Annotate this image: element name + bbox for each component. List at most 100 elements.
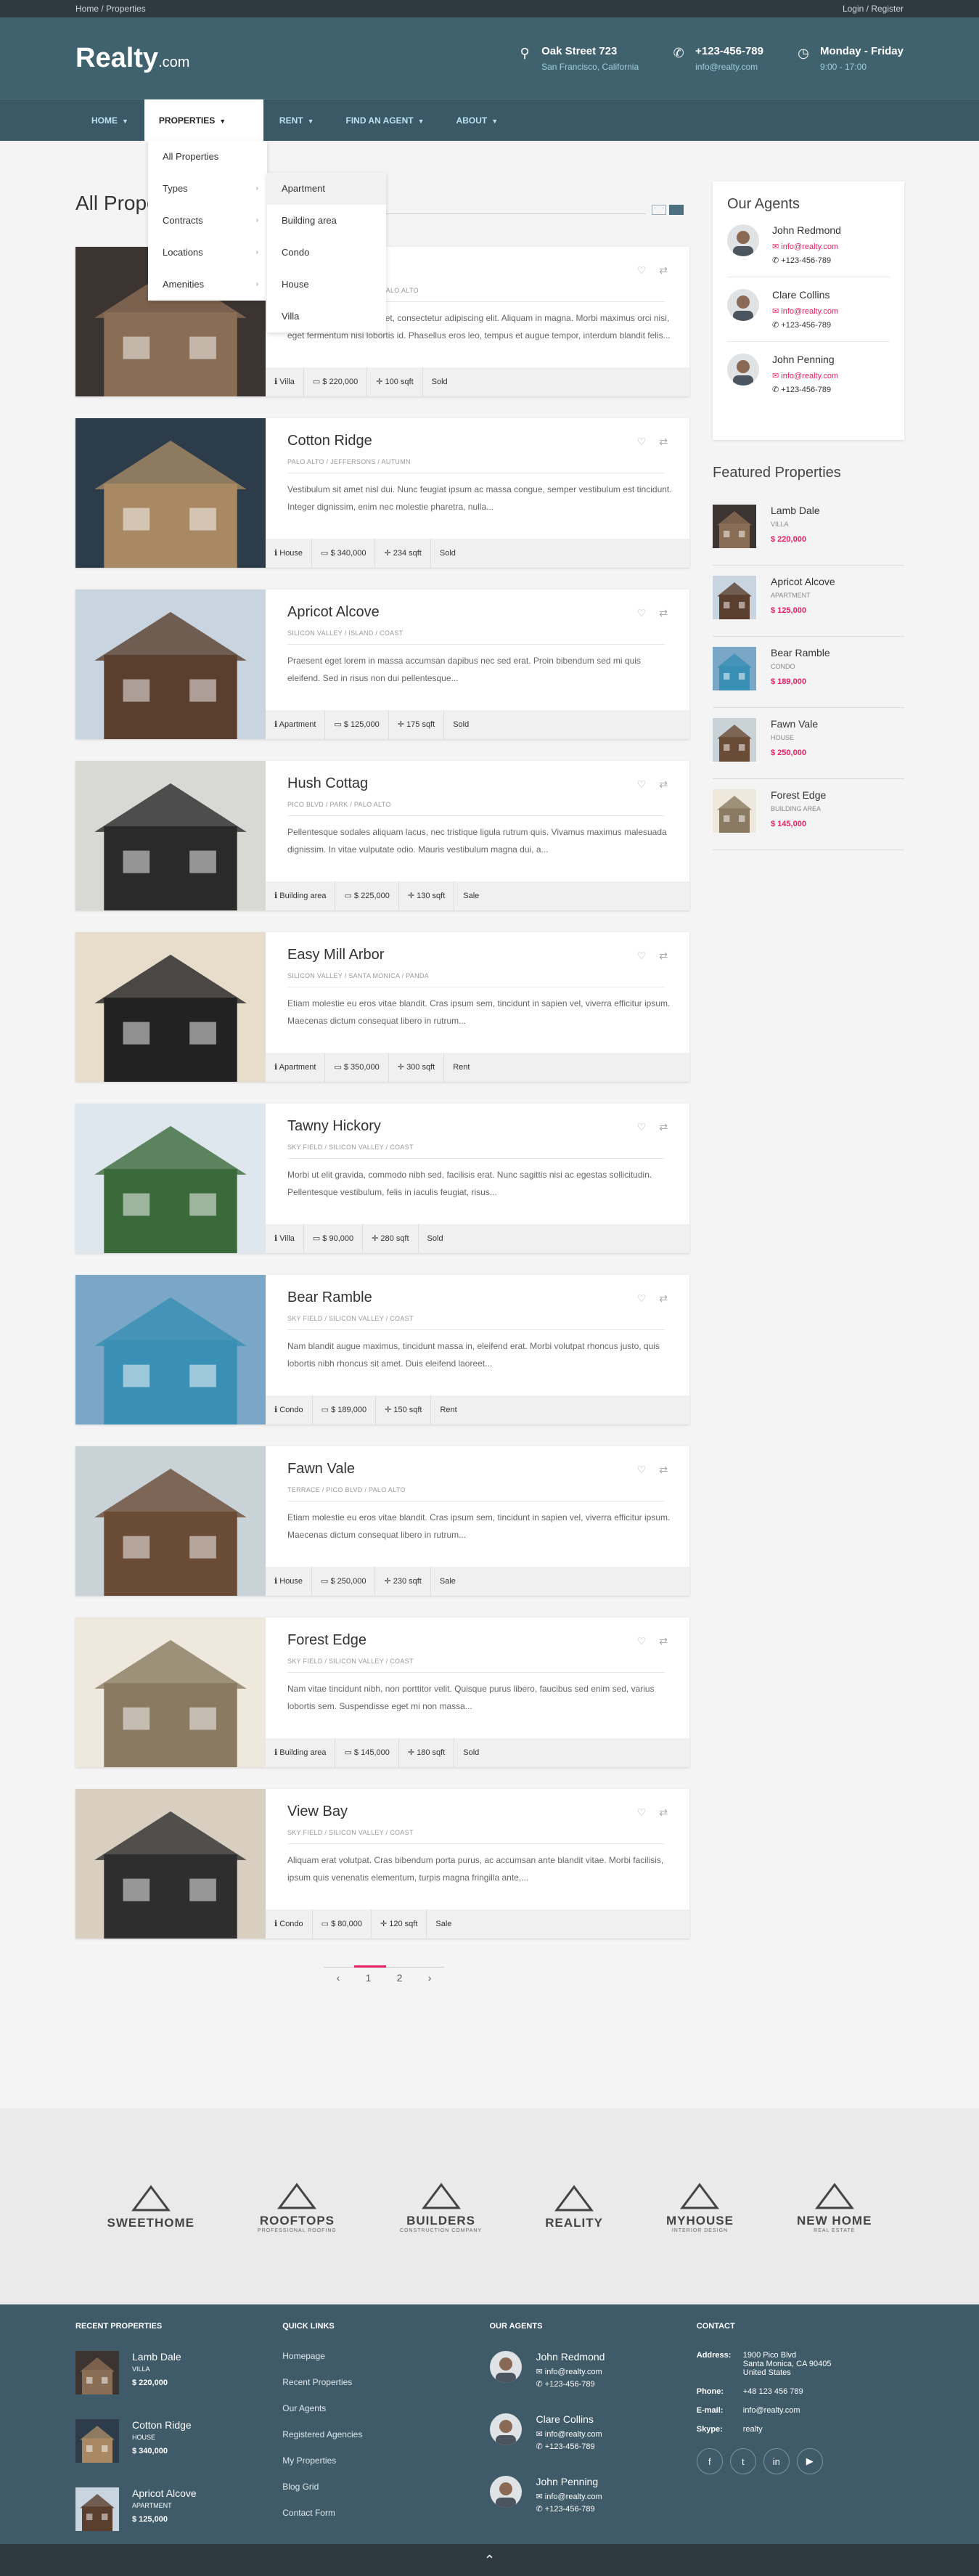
submenu-condo[interactable]: Condo (267, 237, 386, 269)
nav-find-agent[interactable]: FIND AN AGENT ▼ (330, 99, 441, 142)
breadcrumb-home[interactable]: Home (75, 4, 99, 14)
property-image[interactable] (75, 1275, 266, 1424)
agent-email[interactable]: ✉ info@realty.com (772, 371, 838, 380)
footer-recent-item[interactable]: Lamb Dale VILLA $ 220,000 (75, 2351, 282, 2394)
footer-link[interactable]: Contact Form (282, 2508, 489, 2518)
agent-item[interactable]: John Penning ✉ info@realty.com ✆ +123-456-… (727, 342, 890, 406)
property-image[interactable] (75, 932, 266, 1082)
featured-thumb[interactable] (713, 789, 756, 833)
property-card[interactable]: ♡ ⇄ Fawn Vale TERRACE / PICO BLVD / PALO AL… (75, 1446, 689, 1596)
pager-page-1[interactable]: 1 (353, 1965, 385, 1984)
property-image[interactable] (75, 1446, 266, 1596)
youtube-icon[interactable]: ▶ (796, 2448, 823, 2474)
dropdown-contracts[interactable]: Contracts › (148, 205, 267, 237)
property-title[interactable]: View Bay (287, 1803, 689, 1820)
linkedin-icon[interactable]: in (763, 2448, 790, 2474)
twitter-icon[interactable]: t (729, 2448, 756, 2474)
submenu-building-area[interactable]: Building area (267, 205, 386, 237)
footer-agent[interactable]: Clare Collins ✉ info@realty.com ✆ +123-456… (489, 2413, 697, 2454)
footer-recent-thumb[interactable] (75, 2351, 119, 2394)
featured-name[interactable]: Forest Edge (771, 789, 826, 801)
nav-home[interactable]: HOME ▼ (75, 99, 144, 142)
agent-email[interactable]: ✉ info@realty.com (772, 242, 841, 251)
footer-links-title: QUICK LINKS (282, 2322, 335, 2331)
featured-name[interactable]: Bear Ramble (771, 647, 830, 659)
property-card[interactable]: ♡ ⇄ Forest Edge SKY FIELD / SILICON VALLEY … (75, 1618, 689, 1767)
facebook-icon[interactable]: f (696, 2448, 723, 2474)
footer-agent[interactable]: John Redmond ✉ info@realty.com ✆ +123-456-… (489, 2351, 697, 2392)
pager-next[interactable]: › (428, 1972, 432, 1984)
featured-name[interactable]: Fawn Vale (771, 718, 818, 730)
dropdown-locations[interactable]: Locations › (148, 237, 267, 269)
featured-thumb[interactable] (713, 576, 756, 619)
footer-recent-item[interactable]: Cotton Ridge HOUSE $ 340,000 (75, 2419, 282, 2463)
property-card[interactable]: ♡ ⇄ Easy Mill Arbor SILICON VALLEY / SANTA … (75, 932, 689, 1082)
pager-page-2[interactable]: 2 (397, 1972, 403, 1984)
featured-thumb[interactable] (713, 647, 756, 690)
grid-view-icon[interactable] (652, 205, 666, 215)
nav-rent[interactable]: RENT ▼ (263, 99, 330, 142)
agent-name[interactable]: John Redmond (772, 224, 841, 236)
footer-link[interactable]: Recent Properties (282, 2377, 489, 2387)
submenu-house[interactable]: House (267, 269, 386, 301)
dropdown-types[interactable]: Types › (148, 173, 267, 205)
footer-recent-thumb[interactable] (75, 2487, 119, 2531)
property-title[interactable]: Easy Mill Arbor (287, 947, 689, 963)
featured-thumb[interactable] (713, 505, 756, 548)
agent-name[interactable]: Clare Collins (772, 289, 838, 301)
footer-agent[interactable]: John Penning ✉ info@realty.com ✆ +123-456-… (489, 2476, 697, 2516)
property-card[interactable]: ♡ ⇄ View Bay SKY FIELD / SILICON VALLEY / C… (75, 1789, 689, 1939)
nav-about[interactable]: ABOUT ▼ (441, 99, 515, 142)
property-card[interactable]: ♡ ⇄ Tawny Hickory SKY FIELD / SILICON VALLE… (75, 1104, 689, 1253)
chevron-up-icon[interactable]: ⌃ (484, 2553, 495, 2568)
agent-item[interactable]: Clare Collins ✉ info@realty.com ✆ +123-456… (727, 277, 890, 342)
featured-item[interactable]: Fawn Vale HOUSE $ 250,000 (713, 708, 904, 779)
property-card[interactable]: ♡ ⇄ Bear Ramble SKY FIELD / SILICON VALLEY … (75, 1275, 689, 1424)
footer-link[interactable]: My Properties (282, 2455, 489, 2466)
footer-link[interactable]: Registered Agencies (282, 2429, 489, 2440)
featured-name[interactable]: Apricot Alcove (771, 576, 835, 587)
property-card[interactable]: ♡ ⇄ Apricot Alcove SILICON VALLEY / ISLAND … (75, 590, 689, 739)
featured-name[interactable]: Lamb Dale (771, 505, 820, 516)
property-card[interactable]: ♡ ⇄ Hush Cottag PICO BLVD / PARK / PALO ALT… (75, 761, 689, 910)
property-title[interactable]: Fawn Vale (287, 1461, 689, 1477)
property-image[interactable] (75, 1789, 266, 1939)
agent-name[interactable]: John Penning (772, 354, 838, 365)
footer-link[interactable]: Homepage (282, 2351, 489, 2361)
property-image[interactable] (75, 590, 266, 739)
featured-thumb[interactable] (713, 718, 756, 762)
property-title[interactable]: Bear Ramble (287, 1289, 689, 1306)
footer-recent-thumb[interactable] (75, 2419, 119, 2463)
agent-email[interactable]: ✉ info@realty.com (772, 306, 838, 316)
property-image[interactable] (75, 761, 266, 910)
property-card[interactable]: ♡ ⇄ Cotton Ridge PALO ALTO / JEFFERSONS / A… (75, 418, 689, 568)
property-image[interactable] (75, 1618, 266, 1767)
back-to-top[interactable]: ⌃ (0, 2544, 979, 2576)
property-title[interactable]: Apricot Alcove (287, 604, 689, 621)
submenu-villa[interactable]: Villa (267, 301, 386, 333)
agent-item[interactable]: John Redmond ✉ info@realty.com ✆ +123-456-… (727, 213, 890, 277)
dropdown-all-properties[interactable]: All Properties (148, 141, 267, 173)
property-title[interactable]: Forest Edge (287, 1632, 689, 1649)
property-image[interactable] (75, 1104, 266, 1253)
login-register-link[interactable]: Login / Register (843, 4, 904, 14)
featured-item[interactable]: Bear Ramble CONDO $ 189,000 (713, 637, 904, 708)
featured-item[interactable]: Forest Edge BUILDING AREA $ 145,000 (713, 779, 904, 850)
nav-properties[interactable]: PROPERTIES ▼ (144, 99, 263, 142)
footer-recent-item[interactable]: Apricot Alcove APARTMENT $ 125,000 (75, 2487, 282, 2531)
pager-prev[interactable]: ‹ (337, 1972, 340, 1984)
featured-item[interactable]: Apricot Alcove APARTMENT $ 125,000 (713, 566, 904, 637)
featured-type: VILLA (771, 521, 789, 528)
property-title[interactable]: Hush Cottag (287, 775, 689, 792)
property-title[interactable]: Cotton Ridge (287, 433, 689, 449)
property-image[interactable] (75, 418, 266, 568)
list-view-icon[interactable] (669, 205, 684, 215)
property-meta: ℹ Apartment ▭ $ 125,000 ✛ 175 sqft Sold (266, 710, 689, 739)
site-logo[interactable]: Realty.com (75, 43, 189, 74)
submenu-apartment[interactable]: Apartment (267, 173, 386, 205)
footer-link[interactable]: Blog Grid (282, 2482, 489, 2492)
footer-link[interactable]: Our Agents (282, 2403, 489, 2413)
featured-item[interactable]: Lamb Dale VILLA $ 220,000 (713, 494, 904, 566)
dropdown-amenities[interactable]: Amenities › (148, 269, 267, 301)
property-title[interactable]: Tawny Hickory (287, 1118, 689, 1135)
